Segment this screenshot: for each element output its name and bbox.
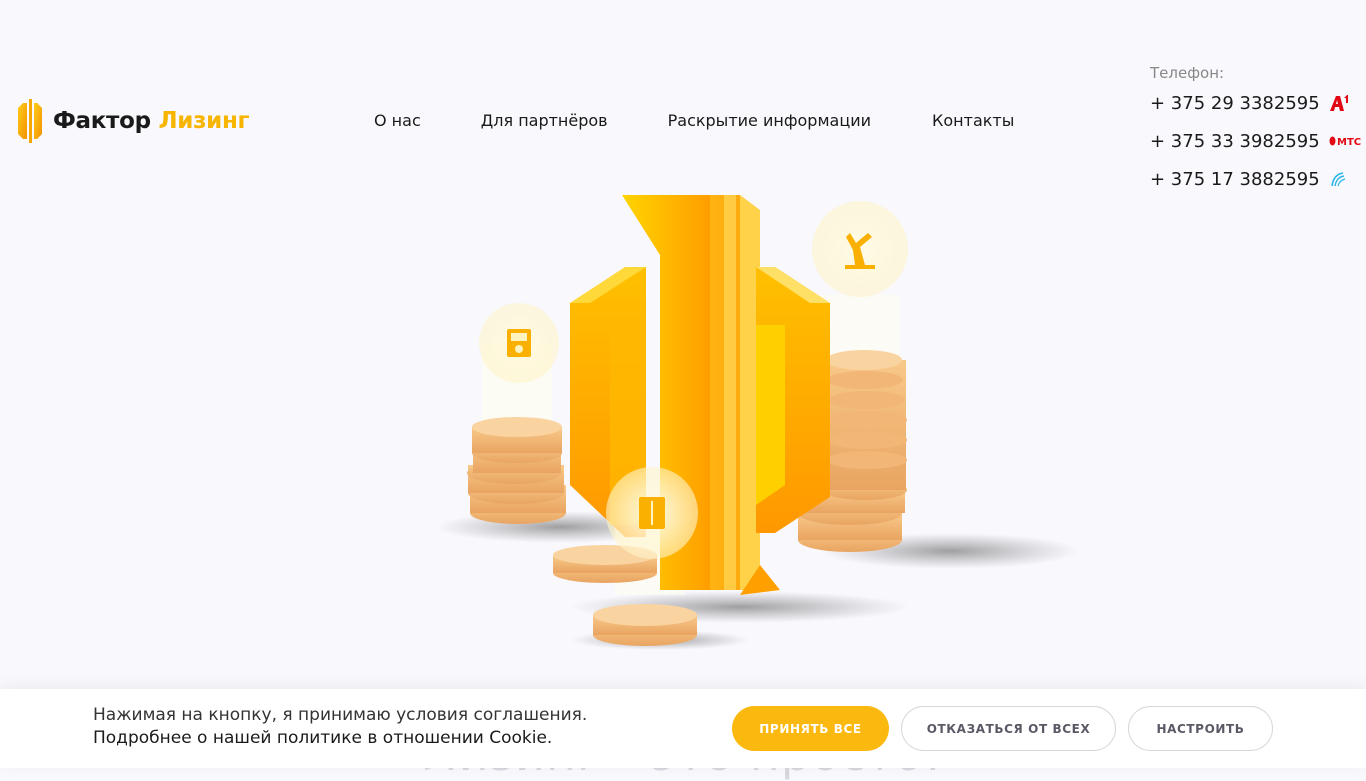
phone-block: Телефон: + 375 29 3382595 + 375 33 39825… bbox=[1150, 62, 1361, 198]
phone-link-a1[interactable]: + 375 29 3382595 bbox=[1150, 93, 1320, 114]
logo-word-1: Фактор bbox=[53, 108, 151, 134]
svg-text:МТС: МТС bbox=[1337, 137, 1361, 147]
phone-label: Телефон: bbox=[1150, 64, 1225, 82]
phone-row: + 375 33 3982595 МТС bbox=[1150, 122, 1361, 160]
cookie-text: Нажимая на кнопку, я принимаю условия со… bbox=[93, 704, 587, 750]
phone-link-landline[interactable]: + 375 17 3882595 bbox=[1150, 169, 1320, 190]
nav-item-contacts[interactable]: Контакты bbox=[932, 110, 1014, 132]
logo-text: Фактор Лизинг bbox=[53, 108, 250, 134]
reject-all-button[interactable]: Отказаться от всех bbox=[901, 706, 1116, 751]
nav-item-partners[interactable]: Для партнёров bbox=[481, 110, 608, 132]
hero-illustration bbox=[440, 195, 1080, 655]
logo-mark-icon bbox=[18, 99, 42, 143]
phone-row: + 375 17 3882595 bbox=[1150, 160, 1360, 198]
mts-operator-icon: МТС bbox=[1329, 135, 1365, 147]
phone-link-mts[interactable]: + 375 33 3982595 bbox=[1150, 131, 1320, 152]
nav-item-disclosure[interactable]: Раскрытие информации bbox=[668, 110, 871, 132]
cookie-agreement-text: Нажимая на кнопку, я принимаю условия со… bbox=[93, 705, 588, 725]
beltelecom-operator-icon bbox=[1329, 170, 1347, 188]
nav-item-about[interactable]: О нас bbox=[374, 110, 421, 132]
cookie-policy-link[interactable]: Подробнее о нашей политике в отношении C… bbox=[93, 727, 587, 750]
cookie-settings-button[interactable]: Настроить bbox=[1128, 706, 1273, 751]
cookie-banner: Нажимая на кнопку, я принимаю условия со… bbox=[0, 689, 1366, 768]
logo-word-2: Лизинг bbox=[158, 108, 250, 134]
phone-row: + 375 29 3382595 bbox=[1150, 84, 1360, 122]
logo[interactable]: Фактор Лизинг bbox=[16, 99, 250, 143]
accept-all-button[interactable]: Принять все bbox=[732, 706, 889, 751]
main-nav: О нас Для партнёров Раскрытие информации… bbox=[374, 110, 1014, 132]
a1-operator-icon bbox=[1329, 94, 1349, 112]
